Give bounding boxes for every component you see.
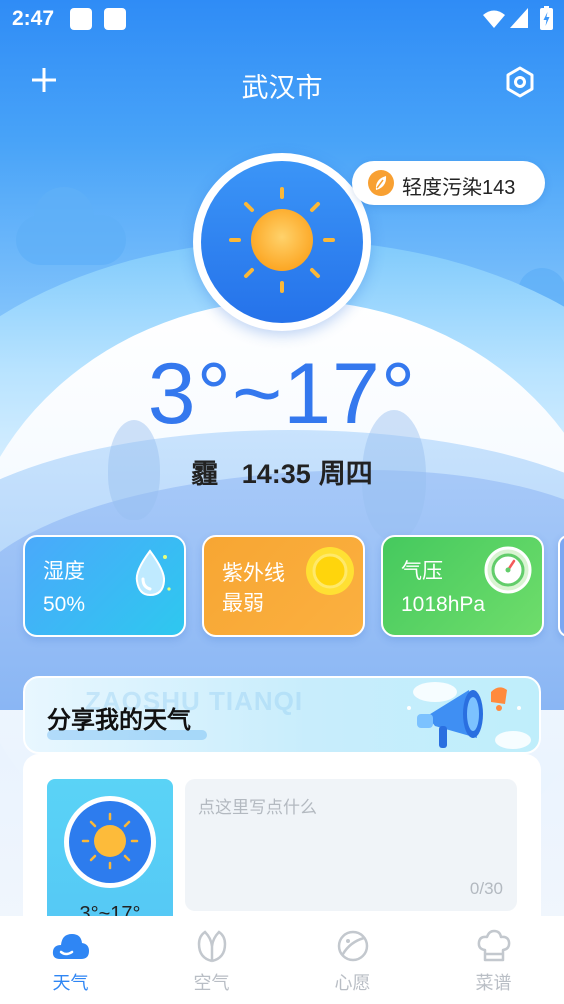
pressure-title: 气压 bbox=[401, 560, 443, 583]
weather-condition: 霾 bbox=[191, 459, 219, 489]
leaf-icon bbox=[197, 930, 227, 963]
planet-icon bbox=[337, 930, 369, 962]
note-placeholder: 点这里写点什么 bbox=[198, 798, 317, 817]
share-title: 分享我的天气 bbox=[47, 707, 191, 734]
sun-icon bbox=[306, 547, 354, 595]
uv-card[interactable]: 紫外线 最弱 bbox=[202, 535, 365, 637]
air-quality-badge[interactable]: 轻度污染143 bbox=[352, 161, 545, 205]
tab-weather[interactable]: 天气 bbox=[0, 916, 141, 1004]
chef-hat-icon bbox=[477, 929, 511, 962]
humidity-title: 湿度 bbox=[43, 560, 85, 583]
tab-label: 心愿 bbox=[334, 973, 371, 993]
tab-label: 天气 bbox=[52, 973, 89, 993]
notification-icon bbox=[104, 8, 126, 30]
pressure-card[interactable]: 气压 1018hPa bbox=[381, 535, 544, 637]
share-panel: 3°~17° 点这里写点什么 0/30 bbox=[23, 754, 541, 934]
megaphone-icon bbox=[407, 682, 531, 749]
cloud-icon bbox=[52, 934, 89, 959]
air-quality-label: 轻度污染143 bbox=[402, 177, 516, 199]
uv-title: 紫外线 bbox=[222, 562, 285, 585]
status-time: 2:47 bbox=[12, 7, 55, 30]
notification-icon bbox=[70, 8, 92, 30]
tab-recipe[interactable]: 菜谱 bbox=[423, 916, 564, 1004]
current-time: 14:35 bbox=[241, 459, 311, 489]
gauge-icon bbox=[484, 546, 532, 594]
weather-condition-icon bbox=[193, 153, 371, 331]
share-weather-banner[interactable]: ZAOSHU TIANQI 分享我的天气 bbox=[23, 676, 541, 754]
more-card-peek[interactable] bbox=[558, 535, 564, 637]
background-cloud bbox=[16, 187, 126, 265]
condition-time-row: 霾 14:35 周四 bbox=[0, 452, 564, 491]
tab-air[interactable]: 空气 bbox=[141, 916, 282, 1004]
tab-wish[interactable]: 心愿 bbox=[282, 916, 423, 1004]
humidity-value: 50% bbox=[43, 593, 86, 616]
city-title: 武汉市 bbox=[241, 73, 323, 103]
leaf-icon bbox=[368, 170, 394, 196]
status-bar: 2:47 bbox=[0, 0, 564, 38]
sun-icon bbox=[64, 796, 156, 888]
share-note-textarea[interactable]: 点这里写点什么 0/30 bbox=[185, 779, 517, 911]
pressure-value: 1018hPa bbox=[401, 593, 486, 616]
settings-icon[interactable] bbox=[502, 64, 538, 100]
bottom-tab-bar: 天气 空气 心愿 菜谱 bbox=[0, 916, 564, 1004]
battery-icon bbox=[540, 6, 553, 30]
share-weather-thumbnail: 3°~17° bbox=[47, 779, 173, 929]
sun-icon bbox=[229, 187, 335, 293]
humidity-card[interactable]: 湿度 50% bbox=[23, 535, 186, 637]
wifi-icon bbox=[483, 10, 505, 28]
temperature-range: 3°~17° bbox=[147, 346, 417, 442]
water-drop-icon bbox=[135, 549, 171, 597]
signal-icon bbox=[510, 8, 528, 28]
tab-label: 空气 bbox=[193, 973, 230, 993]
uv-value: 最弱 bbox=[222, 592, 264, 615]
char-counter: 0/30 bbox=[469, 879, 503, 898]
title-bar: 武汉市 bbox=[0, 52, 564, 112]
tab-label: 菜谱 bbox=[475, 973, 512, 993]
weekday: 周四 bbox=[318, 459, 373, 489]
